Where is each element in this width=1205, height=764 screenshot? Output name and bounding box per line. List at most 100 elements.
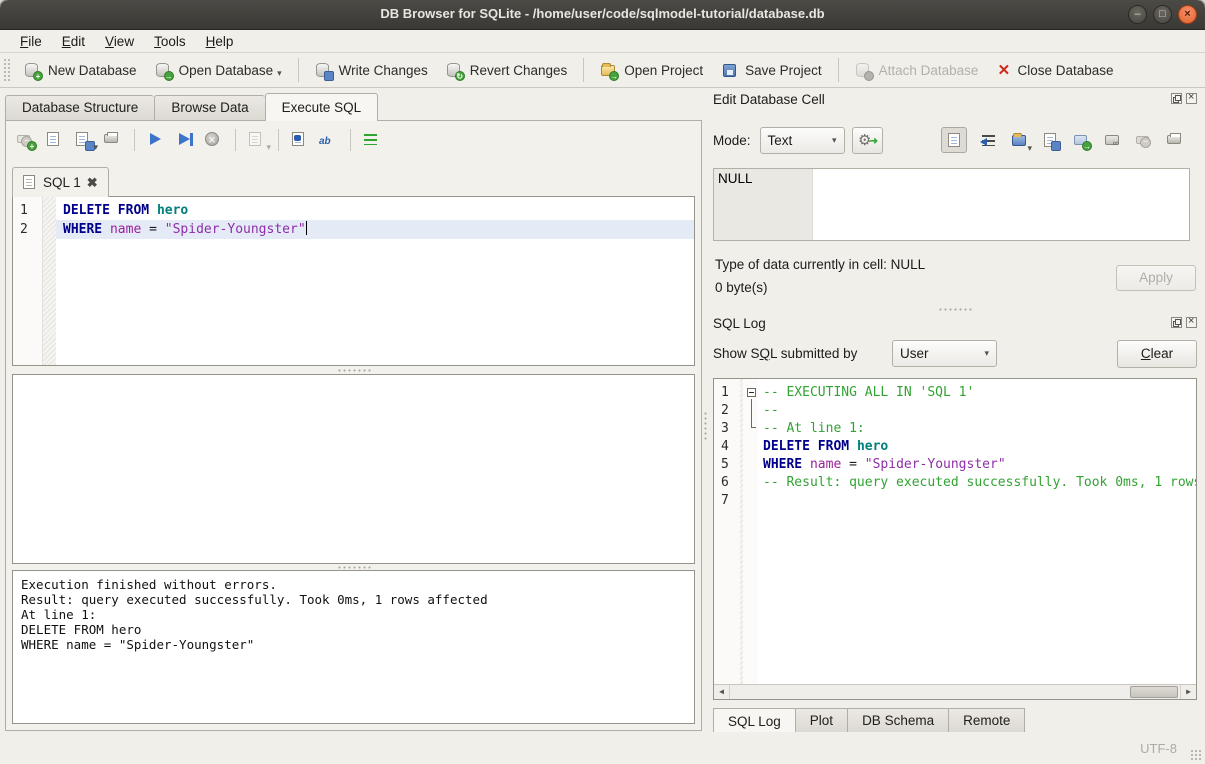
dock-splitter[interactable]: [713, 306, 1197, 312]
close-database-icon: ✕: [996, 62, 1011, 79]
cell-mode-row: Mode: Text▾ ⚙➜ ▾ →: [713, 126, 883, 154]
execution-message-panel[interactable]: Execution finished without errors. Resul…: [12, 570, 695, 724]
new-database-icon: +: [24, 62, 42, 79]
apply-button: Apply: [1116, 265, 1196, 291]
tab-browse-data[interactable]: Browse Data: [154, 95, 264, 121]
clear-log-button[interactable]: Clear: [1117, 340, 1197, 368]
save-sql-file-icon[interactable]: ▾: [74, 131, 94, 149]
sql-file-icon: [23, 174, 37, 191]
tab-plot[interactable]: Plot: [796, 708, 848, 733]
revert-changes-button[interactable]: ↻ Revert Changes: [437, 57, 577, 84]
menu-file[interactable]: File: [10, 32, 52, 51]
edit-cell-title: Edit Database Cell: [713, 92, 825, 107]
scroll-left-icon[interactable]: ◀: [714, 685, 730, 699]
menu-view[interactable]: View: [95, 32, 144, 51]
resize-grip[interactable]: [1190, 749, 1202, 761]
attach-database-button: Attach Database: [846, 57, 988, 84]
editor-results-splitter[interactable]: [12, 367, 695, 373]
toolbar-drag-handle[interactable]: [3, 58, 11, 82]
main-toolbar: + New Database → Open Database ▾ Write C…: [0, 53, 1205, 88]
cell-editor-content[interactable]: [813, 169, 1189, 240]
open-sql-file-icon[interactable]: [45, 131, 65, 149]
menu-help[interactable]: Help: [196, 32, 244, 51]
dock-close-icon[interactable]: [1186, 317, 1197, 328]
cell-size-info: 0 byte(s): [715, 280, 768, 295]
sql-log-view[interactable]: 1 2 3 4 5 6 7 -- EXECUTING ALL IN 'SQL 1…: [713, 378, 1197, 700]
toolbar-separator: [278, 129, 279, 151]
export-cell-data-icon[interactable]: [1042, 132, 1060, 149]
execute-line-icon[interactable]: [175, 131, 195, 149]
right-dock: Edit Database Cell Mode: Text▾ ⚙➜ ▾ →: [707, 88, 1205, 733]
auto-switch-mode-button[interactable]: ⚙➜: [852, 127, 883, 154]
message-line: DELETE FROM hero: [21, 622, 686, 637]
menu-tools[interactable]: Tools: [144, 32, 196, 51]
format-sql-icon[interactable]: [362, 131, 382, 149]
tab-db-schema[interactable]: DB Schema: [848, 708, 949, 733]
log-line: -- EXECUTING ALL IN 'SQL 1': [758, 384, 1196, 402]
open-in-external-icon[interactable]: →: [1073, 132, 1091, 149]
toolbar-separator: [350, 129, 351, 151]
tab-sql-log[interactable]: SQL Log: [713, 708, 796, 735]
sql-tab-close-icon[interactable]: ✖: [87, 175, 98, 191]
scrollbar-thumb[interactable]: [1130, 686, 1178, 698]
save-project-button[interactable]: Save Project: [712, 57, 831, 84]
tab-database-structure[interactable]: Database Structure: [5, 95, 154, 121]
sql-editor[interactable]: 1 2 DELETE FROM hero WHERE name = "Spide…: [12, 196, 695, 366]
open-url-icon[interactable]: [1104, 132, 1122, 149]
open-database-button[interactable]: → Open Database ▾: [146, 57, 291, 84]
find-icon[interactable]: [290, 131, 310, 149]
log-filter-select[interactable]: User▾: [892, 340, 997, 367]
dock-float-icon[interactable]: [1171, 317, 1182, 328]
mode-select[interactable]: Text▾: [760, 127, 845, 154]
log-line: DELETE FROM hero: [758, 438, 1196, 456]
print-cell-icon[interactable]: [1166, 132, 1184, 149]
results-grid[interactable]: [12, 374, 695, 564]
sql-file-tab-bar: SQL 1 ✖: [12, 167, 109, 197]
fold-collapse-icon[interactable]: [747, 388, 756, 397]
cell-value-editor[interactable]: NULL: [713, 168, 1190, 241]
maximize-button[interactable]: □: [1153, 5, 1172, 24]
text-mode-toggle[interactable]: [941, 127, 967, 153]
dock-close-icon[interactable]: [1186, 93, 1197, 104]
word-wrap-icon[interactable]: [980, 132, 998, 149]
tab-execute-sql[interactable]: Execute SQL: [265, 93, 379, 121]
new-sql-tab-icon[interactable]: +: [16, 131, 36, 149]
find-replace-icon[interactable]: ab: [319, 131, 339, 149]
new-database-button[interactable]: + New Database: [15, 57, 146, 84]
code-line: DELETE FROM hero: [56, 201, 694, 220]
log-horizontal-scrollbar[interactable]: ◀ ▶: [714, 684, 1196, 699]
toolbar-separator: [134, 129, 135, 151]
sql-log-controls: Show SQL submitted by User▾ Clear: [713, 340, 1197, 370]
menu-edit[interactable]: Edit: [52, 32, 95, 51]
write-changes-button[interactable]: Write Changes: [306, 57, 437, 84]
window-title: DB Browser for SQLite - /home/user/code/…: [0, 6, 1205, 21]
editor-code-area[interactable]: DELETE FROM hero WHERE name = "Spider-Yo…: [56, 197, 694, 365]
minimize-button[interactable]: –: [1128, 5, 1147, 24]
message-line: Result: query executed successfully. Too…: [21, 592, 686, 607]
sql-file-tab[interactable]: SQL 1 ✖: [12, 167, 109, 197]
log-line: --: [758, 402, 1196, 420]
encoding-indicator[interactable]: UTF-8: [1140, 741, 1177, 756]
print-sql-icon[interactable]: [103, 131, 123, 149]
save-project-icon: [721, 62, 739, 79]
message-line: At line 1:: [21, 607, 686, 622]
scroll-right-icon[interactable]: ▶: [1180, 685, 1196, 699]
close-button[interactable]: ×: [1178, 5, 1197, 24]
open-project-button[interactable]: → Open Project: [591, 57, 712, 84]
revert-changes-icon: ↻: [446, 62, 464, 79]
open-database-dropdown-icon[interactable]: ▾: [277, 68, 282, 79]
close-database-button[interactable]: ✕ Close Database: [987, 57, 1122, 84]
log-line: [758, 492, 1196, 510]
log-line-numbers: 1 2 3 4 5 6 7: [714, 379, 740, 684]
window-controls: – □ ×: [1128, 5, 1197, 24]
stop-execution-icon: ✕: [204, 131, 224, 149]
dock-float-icon[interactable]: [1171, 93, 1182, 104]
tab-remote[interactable]: Remote: [949, 708, 1025, 733]
mode-label: Mode:: [713, 133, 751, 148]
import-cell-data-icon[interactable]: ▾: [1011, 132, 1029, 149]
cell-null-value: NULL: [714, 169, 813, 240]
log-line: -- At line 1:: [758, 420, 1196, 438]
gear-icon: ⚙➜: [858, 132, 876, 149]
execute-all-icon[interactable]: [146, 131, 166, 149]
log-fold-margin: [740, 379, 758, 684]
